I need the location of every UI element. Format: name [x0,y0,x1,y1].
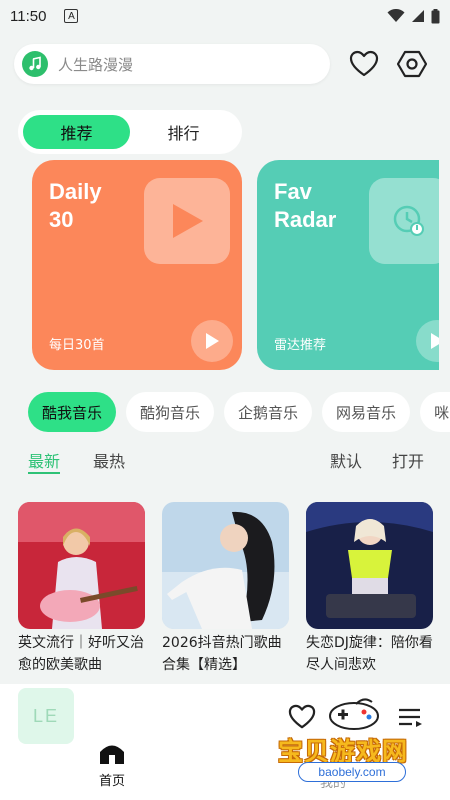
card-play-button[interactable] [191,320,233,362]
tab-newest[interactable]: 最新 [28,448,60,472]
play-icon [144,178,230,264]
radar-clock-icon [369,178,439,264]
wifi-icon [387,9,405,22]
search-bar[interactable]: 人生路漫漫 [14,44,330,84]
app-logo-icon [22,51,48,77]
tab-ranking[interactable]: 排行 [130,115,237,149]
playlist-cover-1[interactable] [18,502,145,629]
card-title: Fav Radar [274,179,337,232]
tab-underline [28,472,60,474]
open-button[interactable]: 打开 [392,448,424,472]
chip-kugou[interactable]: 酷狗音乐 [126,392,215,432]
notification-a-icon: A [64,9,79,23]
tab-recommend[interactable]: 推荐 [23,115,130,149]
watermark-url: baobely.com [298,762,406,782]
gamepad-icon [329,698,379,730]
heart-icon[interactable] [348,48,380,80]
chip-netease[interactable]: 网易音乐 [322,392,411,432]
list-tabs: 最新 最热 默认 打开 [0,448,450,478]
nav-home[interactable]: 首页 [92,742,132,789]
playlist-title-2[interactable]: 2026抖音热门歌曲合集【精选】 [162,632,292,676]
recommend-rank-segment: 推荐 排行 [18,110,242,154]
play-icon [431,333,439,349]
card-play-button[interactable] [416,320,439,362]
chip-migu[interactable]: 咪 [420,392,450,432]
fav-radar-card[interactable]: Fav Radar 雷达推荐 [257,160,439,370]
status-bar: 11:50 A [0,0,450,32]
settings-hexagon-icon[interactable] [396,48,428,80]
status-time: 11:50 [10,7,47,25]
playlist-title-1[interactable]: 英文流行｜好听又治愈的欧美歌曲 [18,632,148,676]
home-icon [100,745,124,764]
nav-home-label: 首页 [98,774,125,789]
search-input[interactable]: 人生路漫漫 [58,54,133,75]
chip-kuwo[interactable]: 酷我音乐 [28,392,117,432]
playlist-cover-3[interactable] [306,502,433,629]
signal-icon [412,10,424,22]
now-playing-art[interactable]: LE [18,688,74,744]
chip-qq[interactable]: 企鹅音乐 [224,392,313,432]
tab-hottest[interactable]: 最热 [93,448,125,472]
battery-icon [431,8,440,23]
card-subtitle: 雷达推荐 [274,338,327,353]
music-source-chips: 酷我音乐 酷狗音乐 企鹅音乐 网易音乐 咪 [28,392,450,432]
playlist-cover-2[interactable] [162,502,289,629]
playlist-title-3[interactable]: 失恋DJ旋律：陪你看尽人间悲欢 [306,632,436,676]
watermark-logo: 宝贝游戏网 baobely.com [272,696,432,796]
play-icon [206,333,219,349]
card-title: Daily 30 [49,179,102,232]
card-subtitle: 每日30首 [49,338,105,353]
daily-30-card[interactable]: Daily 30 每日30首 [32,160,242,370]
sort-default-button[interactable]: 默认 [330,448,362,472]
